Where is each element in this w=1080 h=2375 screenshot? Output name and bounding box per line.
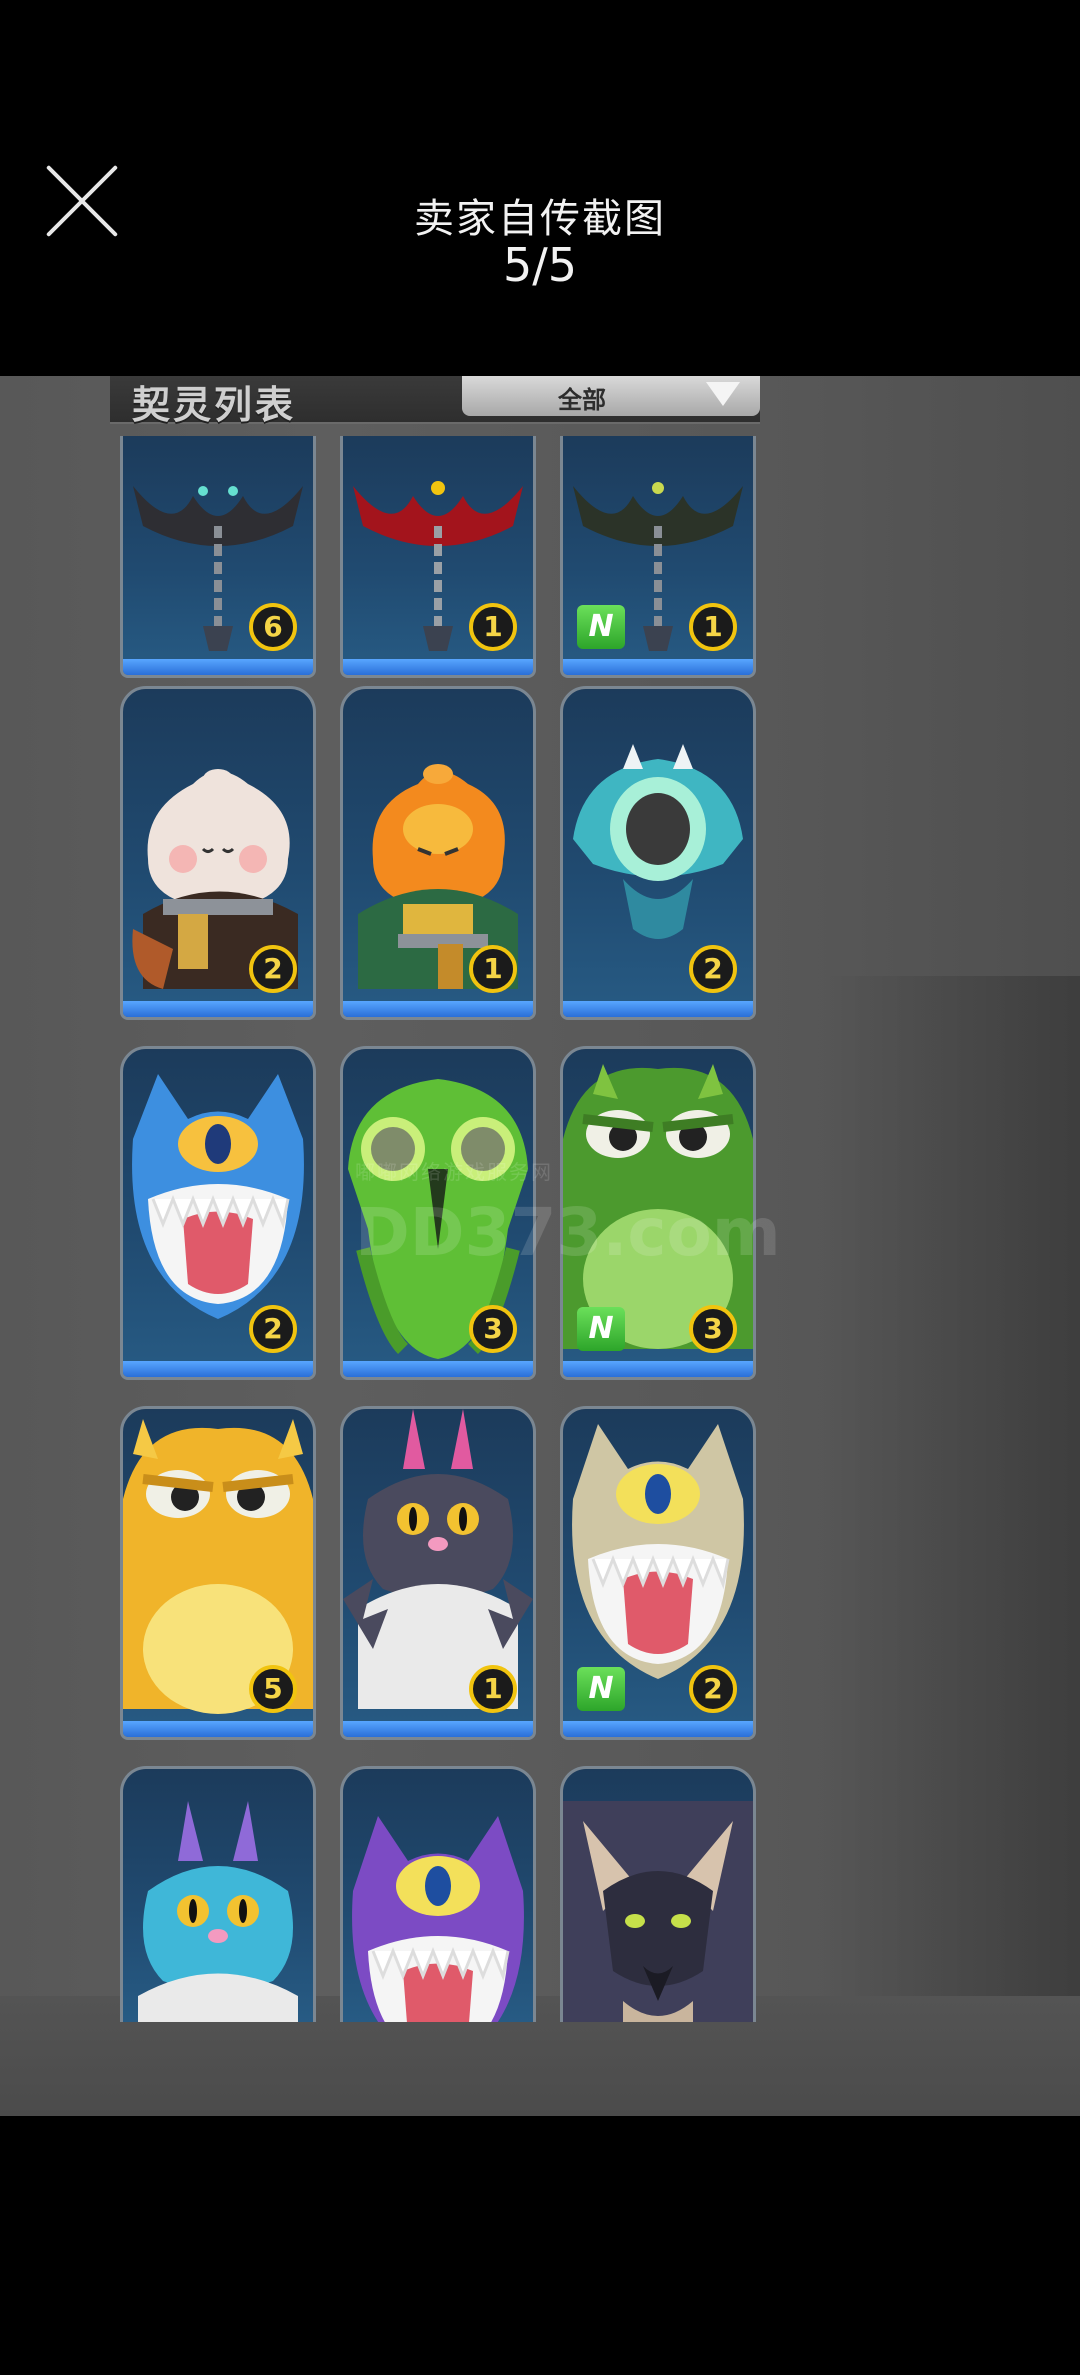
creature-card-6[interactable]: 2	[560, 686, 756, 1020]
count-badge: 1	[469, 603, 517, 651]
card-glow	[343, 1721, 533, 1737]
count-badge: 2	[249, 1305, 297, 1353]
new-tag: N	[577, 605, 625, 649]
image-counter: 5/5	[502, 238, 578, 292]
count-badge: 1	[469, 1665, 517, 1713]
count-badge: 1	[689, 603, 737, 651]
card-glow	[123, 659, 313, 675]
count-badge: 2	[249, 945, 297, 993]
watermark-text: 嘟嘟网络游戏服务网	[355, 1160, 553, 1184]
viewer-header: 卖家自传截图 5/5	[0, 0, 1080, 376]
dropdown-arrow-icon	[706, 382, 740, 406]
filter-dropdown[interactable]: 全部	[462, 376, 760, 416]
viewer-title: 卖家自传截图	[414, 196, 666, 242]
card-glow	[123, 1001, 313, 1017]
count-badge: 3	[689, 1305, 737, 1353]
count-badge: 3	[469, 1305, 517, 1353]
background-shade	[820, 976, 1080, 2116]
count-badge: 6	[249, 603, 297, 651]
creature-card-12[interactable]: N 2	[560, 1406, 756, 1740]
card-glow	[563, 659, 753, 675]
card-glow	[123, 1361, 313, 1377]
creature-card-10[interactable]: 5	[120, 1406, 316, 1740]
watermark-logo: DD373.com	[355, 1194, 781, 1271]
card-glow	[563, 1001, 753, 1017]
creature-card-7[interactable]: 2	[120, 1046, 316, 1380]
card-glow	[343, 1001, 533, 1017]
creature-purple-cyclops-icon	[352, 1816, 524, 2022]
count-badge: 1	[469, 945, 517, 993]
list-title: 契灵列表	[132, 383, 297, 427]
creature-card-15[interactable]	[560, 1766, 756, 2022]
count-badge: 5	[249, 1665, 297, 1713]
card-glow	[343, 1361, 533, 1377]
new-tag: N	[577, 1667, 625, 1711]
creature-cyan-rabbit-icon	[138, 1801, 298, 2022]
creature-card-3[interactable]: N 1	[560, 436, 756, 678]
filter-label: 全部	[558, 386, 606, 414]
creature-dark-wolf-icon	[563, 1801, 753, 2022]
creature-card-5[interactable]: 1	[340, 686, 536, 1020]
creature-card-14[interactable]	[340, 1766, 536, 2022]
creature-card-1[interactable]: 6	[120, 436, 316, 678]
creature-card-2[interactable]: 1	[340, 436, 536, 678]
card-glow	[563, 1361, 753, 1377]
count-badge: 2	[689, 945, 737, 993]
new-tag: N	[577, 1307, 625, 1351]
count-badge: 2	[689, 1665, 737, 1713]
card-glow	[123, 1721, 313, 1737]
viewer-footer	[0, 2116, 1080, 2375]
creature-card-11[interactable]: 1	[340, 1406, 536, 1740]
card-glow	[563, 1721, 753, 1737]
creature-card-13[interactable]	[120, 1766, 316, 2022]
screenshot-image: 契灵列表 全部 6 1 N 1 2 1 2 2 3 N 3 5 1 N 2 嘟嘟…	[0, 376, 1080, 2116]
card-glow	[343, 659, 533, 675]
creature-card-4[interactable]: 2	[120, 686, 316, 1020]
